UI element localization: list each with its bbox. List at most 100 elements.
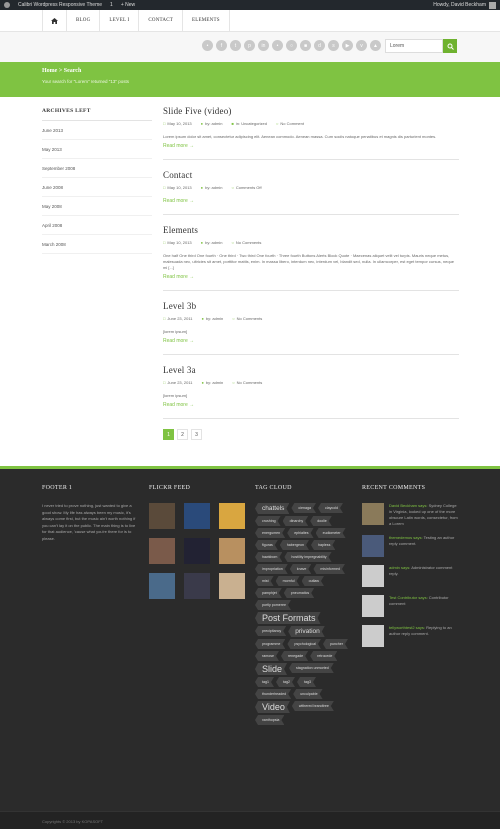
tag-link[interactable]: withered brandtree bbox=[292, 701, 334, 711]
howdy-user[interactable]: Howdy, David Beckham bbox=[433, 2, 486, 8]
tag-link[interactable]: tag3 bbox=[297, 677, 316, 687]
stumbleupon-icon[interactable]: s bbox=[328, 40, 339, 51]
flickr-thumbnail[interactable] bbox=[219, 538, 245, 564]
tag-link[interactable]: cienaga bbox=[291, 503, 316, 513]
tag-link[interactable]: crushing bbox=[255, 516, 281, 526]
flickr-thumbnail[interactable] bbox=[184, 538, 210, 564]
vimeo-icon[interactable]: v bbox=[356, 40, 367, 51]
post-category[interactable]: ■ in: Uncategorized bbox=[231, 121, 267, 126]
archive-link[interactable]: June 2008 bbox=[42, 178, 152, 197]
nav-blog[interactable]: BLOG bbox=[66, 10, 99, 31]
page-3-button[interactable]: 3 bbox=[191, 429, 202, 440]
tag-link[interactable]: mornful bbox=[276, 576, 300, 586]
wordpress-icon[interactable] bbox=[4, 2, 10, 8]
post-comments[interactable]: ○ No Comments bbox=[232, 380, 262, 385]
tag-link[interactable]: unculpable bbox=[293, 689, 322, 699]
tag-link[interactable]: hapless bbox=[311, 540, 335, 550]
tag-link[interactable]: impropriation bbox=[255, 564, 288, 574]
tag-link[interactable]: eudiometer bbox=[316, 528, 346, 538]
flickr-thumbnail[interactable] bbox=[149, 573, 175, 599]
tag-link[interactable]: mist bbox=[255, 576, 274, 586]
read-more-link[interactable]: Read more → bbox=[163, 338, 459, 344]
new-link[interactable]: + New bbox=[121, 2, 135, 8]
archive-link[interactable]: March 2008 bbox=[42, 235, 152, 254]
tag-link[interactable]: tag2 bbox=[276, 677, 295, 687]
flickr-thumbnail[interactable] bbox=[149, 538, 175, 564]
tag-link[interactable]: doolie bbox=[310, 516, 332, 526]
nav-contact[interactable]: CONTACT bbox=[138, 10, 182, 31]
flickr-icon[interactable]: • bbox=[272, 40, 283, 51]
tag-link[interactable]: pamphjet bbox=[255, 588, 282, 598]
tag-link[interactable]: figuras bbox=[255, 540, 278, 550]
post-title[interactable]: Level 3a bbox=[163, 365, 459, 375]
nav-level-1[interactable]: LEVEL I bbox=[99, 10, 138, 31]
post-title[interactable]: Level 3b bbox=[163, 301, 459, 311]
flickr-thumbnail[interactable] bbox=[184, 503, 210, 529]
tag-link[interactable]: knave bbox=[290, 564, 312, 574]
post-author[interactable]: ● by: admin bbox=[201, 316, 223, 321]
flickr-thumbnail[interactable] bbox=[219, 503, 245, 529]
tag-link[interactable]: claycold bbox=[318, 503, 343, 513]
tag-link[interactable]: ephialtes bbox=[287, 528, 313, 538]
archive-link[interactable]: September 2008 bbox=[42, 159, 152, 178]
comment-author-link[interactable]: tellyworthtest2 says: bbox=[389, 625, 426, 630]
tag-link[interactable]: psychological bbox=[287, 639, 321, 649]
post-comments[interactable]: ○ No Comments bbox=[232, 316, 262, 321]
tag-link[interactable]: habergeon bbox=[280, 540, 309, 550]
twitter-icon[interactable]: t bbox=[230, 40, 241, 51]
post-comments[interactable]: ○ No Comment bbox=[276, 121, 304, 126]
nav-elements[interactable]: ELEMENTS bbox=[182, 10, 230, 31]
archive-link[interactable]: May 2008 bbox=[42, 197, 152, 216]
tag-link[interactable]: Slide bbox=[255, 663, 287, 675]
comment-author-link[interactable]: David Beckham says: bbox=[389, 503, 429, 508]
tag-link[interactable]: xanthopsia bbox=[255, 715, 284, 725]
flickr-thumbnail[interactable] bbox=[219, 573, 245, 599]
youtube-icon[interactable]: ▶ bbox=[342, 40, 353, 51]
tag-link[interactable]: portly pomeree bbox=[255, 600, 291, 610]
read-more-link[interactable]: Read more → bbox=[163, 198, 459, 204]
page-1-button[interactable]: 1 bbox=[163, 429, 174, 440]
tag-link[interactable]: programme bbox=[255, 639, 285, 649]
facebook-icon[interactable]: f bbox=[216, 40, 227, 51]
post-author[interactable]: ● by: admin bbox=[201, 380, 223, 385]
page-2-button[interactable]: 2 bbox=[177, 429, 188, 440]
tag-link[interactable]: tag1 bbox=[255, 677, 274, 687]
site-name-link[interactable]: Calibri Wordpress Responsive Theme bbox=[18, 2, 102, 8]
comments-count[interactable]: 1 bbox=[110, 2, 113, 8]
tag-link[interactable]: privation bbox=[288, 626, 325, 637]
read-more-link[interactable]: Read more → bbox=[163, 274, 459, 280]
post-author[interactable]: ● by: admin bbox=[201, 240, 223, 245]
post-title[interactable]: Slide Five (video) bbox=[163, 106, 459, 116]
archive-link[interactable]: May 2013 bbox=[42, 140, 152, 159]
post-comments[interactable]: ○ No Comments bbox=[231, 240, 261, 245]
archive-link[interactable]: June 2013 bbox=[42, 121, 152, 140]
tag-link[interactable]: outlaw bbox=[302, 576, 324, 586]
tag-link[interactable]: misinformed bbox=[313, 564, 345, 574]
search-input[interactable] bbox=[385, 39, 443, 53]
post-author[interactable]: ● by: admin bbox=[201, 185, 223, 190]
pinterest-icon[interactable]: p bbox=[244, 40, 255, 51]
forrst-icon[interactable]: ▲ bbox=[370, 40, 381, 51]
tag-link[interactable]: precipitancy bbox=[255, 626, 286, 636]
tag-link[interactable]: hostility impregnability bbox=[284, 552, 331, 562]
tag-link[interactable]: pneumatics bbox=[284, 588, 314, 598]
post-title[interactable]: Contact bbox=[163, 170, 459, 180]
post-title[interactable]: Elements bbox=[163, 225, 459, 235]
flickr-thumbnail[interactable] bbox=[149, 503, 175, 529]
user-avatar[interactable] bbox=[489, 1, 496, 9]
linkedin-icon[interactable]: in bbox=[258, 40, 269, 51]
tag-link[interactable]: dinarchy bbox=[283, 516, 309, 526]
breadcrumb[interactable]: Home > Search bbox=[42, 68, 458, 74]
tag-link[interactable]: Video bbox=[255, 701, 290, 713]
tag-link[interactable]: stagnation unmorted bbox=[289, 663, 334, 673]
archive-link[interactable]: April 2008 bbox=[42, 216, 152, 235]
read-more-link[interactable]: Read more → bbox=[163, 143, 459, 149]
post-author[interactable]: ● by: admin bbox=[201, 121, 223, 126]
tag-link[interactable]: chattels bbox=[255, 503, 289, 514]
tag-link[interactable]: hawkbom bbox=[255, 552, 282, 562]
tag-link[interactable]: energumen bbox=[255, 528, 285, 538]
comment-author-link[interactable]: themedemos says: bbox=[389, 535, 424, 540]
tag-link[interactable]: thunderheaded bbox=[255, 689, 291, 699]
tag-link[interactable]: Post Formats bbox=[255, 612, 321, 624]
tag-link[interactable]: puncher bbox=[323, 639, 348, 649]
